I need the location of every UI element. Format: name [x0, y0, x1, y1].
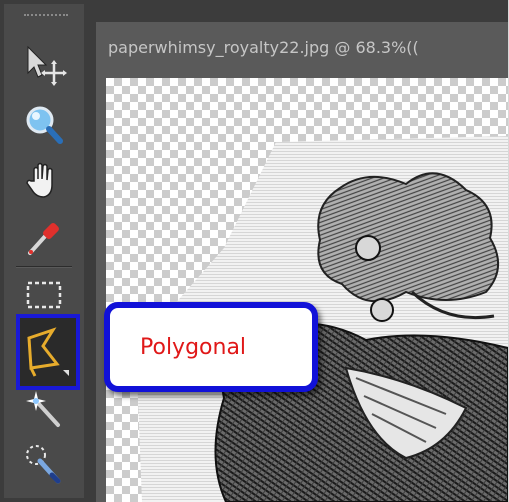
hand-tool-button[interactable] [12, 156, 76, 206]
quick-selection-icon [26, 445, 61, 484]
document-title-tab[interactable]: paperwhimsy_royalty22.jpg @ 68.3%(( [108, 34, 508, 62]
tool-separator [16, 266, 72, 268]
magic-wand-tool-button[interactable] [12, 386, 76, 436]
magnifier-icon [26, 106, 63, 144]
magic-wand-icon [26, 391, 60, 427]
rectangular-marquee-tool-button[interactable] [12, 270, 76, 320]
quick-selection-tool-button[interactable] [12, 440, 76, 490]
move-tool-button[interactable] [12, 40, 76, 90]
eyedropper-icon [28, 223, 59, 255]
app-frame: paperwhimsy_royalty22.jpg @ 68.3%((Poly… [0, 0, 509, 502]
eyedropper-tool-button[interactable] [12, 212, 76, 262]
tools-panel [4, 4, 84, 498]
move-icon [27, 45, 67, 86]
callout-label: Polygonal [140, 335, 247, 360]
document-window: paperwhimsy_royalty22.jpg @ 68.3%(( [96, 22, 508, 502]
polygonal-lasso-icon [27, 327, 69, 377]
hand-icon [26, 162, 53, 198]
image-canvas[interactable] [106, 78, 508, 502]
panel-grip[interactable] [24, 14, 68, 20]
marquee-icon [26, 281, 62, 309]
engraved-artwork-image [136, 136, 508, 502]
polygonal-lasso-tool-button[interactable] [16, 314, 80, 390]
zoom-tool-button[interactable] [12, 100, 76, 150]
tool-label-callout: Polygonal [104, 302, 318, 392]
